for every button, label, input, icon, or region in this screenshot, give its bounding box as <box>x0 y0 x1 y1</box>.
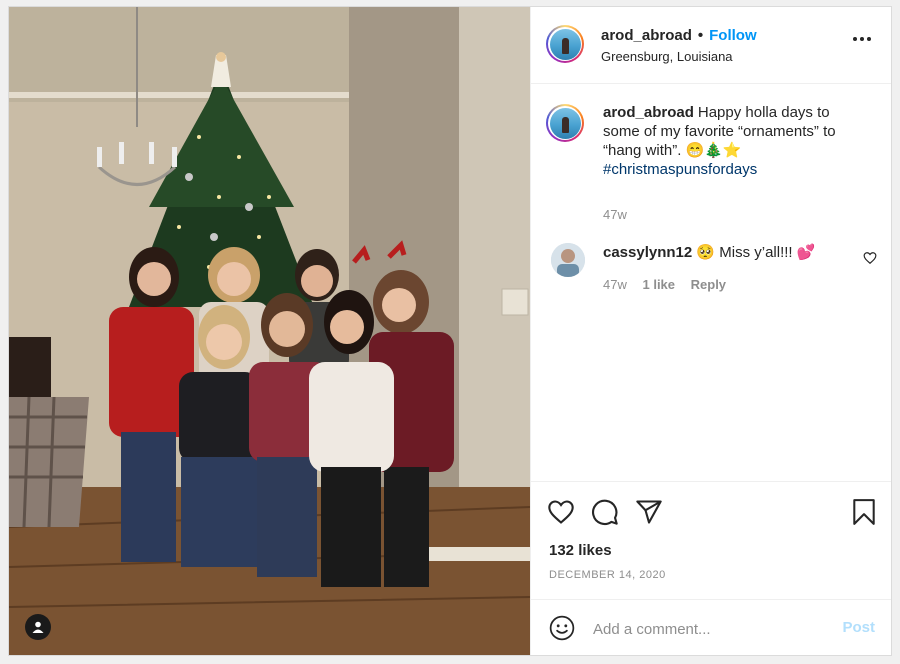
caption-text: arod_abroad Happy holla days to some of m… <box>603 103 863 179</box>
add-comment-bar: Post <box>531 599 891 656</box>
post-photo[interactable] <box>9 7 530 655</box>
comment-icon[interactable] <box>591 498 619 526</box>
post-side-panel: arod_abroad • Follow Greensburg, Louisiana… <box>530 7 891 655</box>
post-header: arod_abroad • Follow Greensburg, Louisiana <box>531 7 891 84</box>
separator-dot: • <box>697 27 704 44</box>
post-location[interactable]: Greensburg, Louisiana <box>601 49 733 64</box>
bookmark-icon[interactable] <box>851 498 877 526</box>
comment-body: 🥺 Miss y’all!!! 💕 <box>696 244 816 261</box>
comment: cassylynn12 🥺 Miss y’all!!! 💕 <box>603 243 815 262</box>
comment-input[interactable] <box>591 616 825 642</box>
comment-avatar[interactable] <box>551 243 585 277</box>
more-options-icon[interactable] <box>853 37 871 41</box>
emoji-icon[interactable] <box>549 615 575 641</box>
heart-icon[interactable] <box>547 498 575 526</box>
caption-username[interactable]: arod_abroad <box>603 104 694 121</box>
post-comment-button[interactable]: Post <box>842 619 875 636</box>
caption-hashtag[interactable]: #christmaspunsfordays <box>603 161 757 178</box>
follow-button[interactable]: Follow <box>709 27 757 44</box>
comment-time[interactable]: 47w <box>603 277 627 292</box>
user-tag-button[interactable] <box>25 614 51 640</box>
comment-username[interactable]: cassylynn12 <box>603 244 692 261</box>
likes-count[interactable]: 132 likes <box>549 542 612 559</box>
comment-meta: 47w 1 like Reply <box>603 277 738 292</box>
caption-avatar[interactable] <box>546 104 584 142</box>
reply-button[interactable]: Reply <box>691 277 726 292</box>
comment-likes[interactable]: 1 like <box>642 277 675 292</box>
comment-heart-icon[interactable] <box>863 251 877 265</box>
author-avatar[interactable] <box>546 25 584 63</box>
author-username[interactable]: arod_abroad <box>601 27 692 44</box>
post-dialog: arod_abroad • Follow Greensburg, Louisiana… <box>8 6 892 656</box>
caption-time[interactable]: 47w <box>603 207 627 222</box>
group-photo-image <box>9 7 530 655</box>
action-bar: 132 likes DECEMBER 14, 2020 <box>531 481 891 602</box>
share-icon[interactable] <box>635 498 663 526</box>
post-date[interactable]: DECEMBER 14, 2020 <box>549 569 666 581</box>
user-tag-icon <box>32 621 44 633</box>
